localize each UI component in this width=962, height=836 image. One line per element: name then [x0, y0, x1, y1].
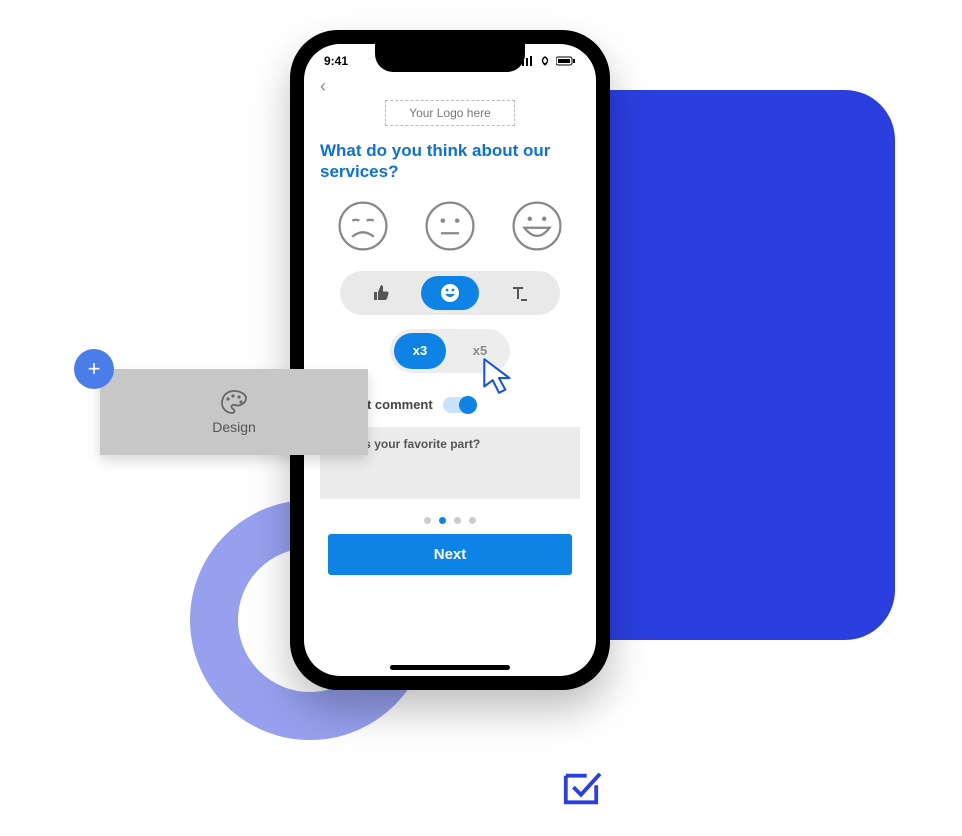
pager-dot[interactable] — [469, 517, 476, 524]
plus-icon: + — [88, 356, 101, 382]
thumbs-up-icon — [371, 283, 391, 303]
logo-placeholder[interactable]: Your Logo here — [385, 100, 515, 126]
battery-icon — [556, 56, 576, 66]
design-card-label: Design — [212, 419, 256, 435]
smiley-option[interactable] — [421, 276, 479, 310]
request-comment-toggle[interactable] — [443, 397, 477, 413]
status-time: 9:41 — [324, 54, 348, 68]
smiley-icon — [439, 282, 461, 304]
add-button[interactable]: + — [74, 349, 114, 389]
status-icons — [518, 56, 576, 66]
pager-dot[interactable] — [439, 517, 446, 524]
pager-dot[interactable] — [424, 517, 431, 524]
scale-x5-button[interactable]: x5 — [454, 333, 506, 369]
scale-selector: x3 x5 — [390, 329, 510, 373]
home-indicator — [390, 665, 510, 670]
palette-icon — [220, 389, 248, 415]
text-format-icon — [509, 283, 529, 303]
text-option[interactable] — [490, 276, 548, 310]
back-button[interactable]: ‹ — [320, 76, 326, 97]
face-sad-icon[interactable] — [336, 199, 390, 253]
wifi-icon — [538, 56, 552, 66]
pager-dot[interactable] — [454, 517, 461, 524]
rating-type-selector — [340, 271, 560, 315]
design-card[interactable]: Design — [100, 369, 368, 455]
phone-mockup: 9:41 ‹ Your Logo here What do you think … — [290, 30, 610, 690]
survey-question: What do you think about our services? — [320, 140, 580, 183]
face-happy-icon[interactable] — [510, 199, 564, 253]
rating-faces — [320, 199, 580, 253]
phone-notch — [375, 44, 525, 72]
scale-x3-button[interactable]: x3 — [394, 333, 446, 369]
page-indicator — [320, 517, 580, 524]
face-neutral-icon[interactable] — [423, 199, 477, 253]
thumbs-option[interactable] — [352, 276, 410, 310]
checkmark-icon — [560, 770, 602, 808]
next-button[interactable]: Next — [328, 534, 572, 575]
